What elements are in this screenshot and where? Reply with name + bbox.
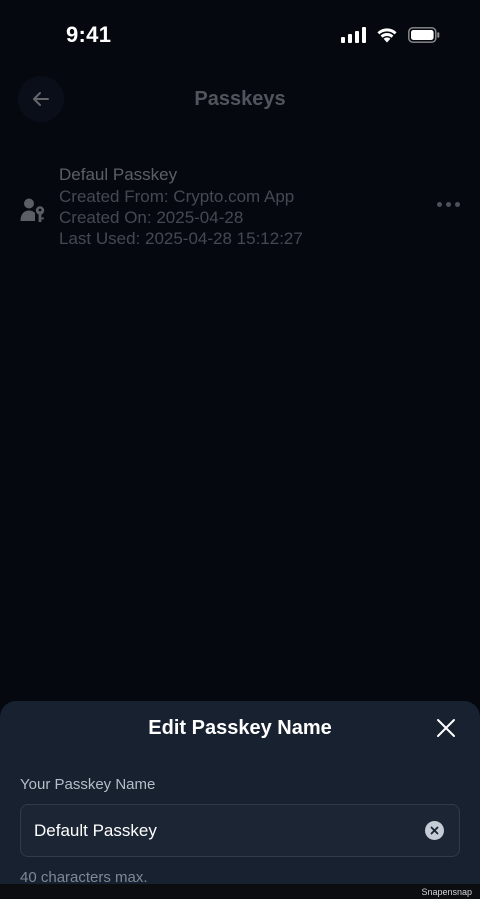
user-key-icon: [20, 197, 46, 228]
close-icon: [437, 719, 455, 737]
passkey-name-input[interactable]: [34, 805, 414, 856]
close-button[interactable]: [434, 716, 458, 740]
clear-input-icon[interactable]: [425, 821, 444, 840]
passkey-list-item[interactable]: Defaul Passkey Created From: Crypto.com …: [0, 164, 480, 260]
passkey-created-on: Created On: 2025-04-28: [59, 208, 244, 227]
watermark-bar: Snapensnap: [0, 884, 480, 899]
passkey-last-used: Last Used: 2025-04-28 15:12:27: [59, 229, 303, 248]
watermark: Snapensnap: [421, 887, 472, 897]
screen: 9:41 Passkeys Defaul Passkey Created Fro…: [0, 0, 480, 899]
passkey-name: Defaul Passkey: [59, 165, 178, 184]
status-time: 9:41: [66, 22, 112, 47]
battery-icon: [408, 26, 440, 43]
header: Passkeys: [0, 76, 480, 124]
status-icons: [341, 26, 440, 43]
more-horizontal-icon[interactable]: [437, 202, 460, 207]
wifi-icon: [376, 26, 398, 43]
passkey-details: Defaul Passkey Created From: Crypto.com …: [59, 164, 303, 249]
field-label: Your Passkey Name: [20, 776, 156, 793]
edit-passkey-sheet: Edit Passkey Name Your Passkey Name 40 c…: [0, 701, 480, 899]
sheet-title: Edit Passkey Name: [148, 717, 332, 739]
passkey-name-field: [20, 804, 460, 857]
cellular-signal-icon: [341, 26, 366, 43]
page-title: Passkeys: [194, 88, 286, 110]
passkey-created-from: Created From: Crypto.com App: [59, 187, 295, 206]
status-bar: 9:41: [0, 0, 480, 72]
